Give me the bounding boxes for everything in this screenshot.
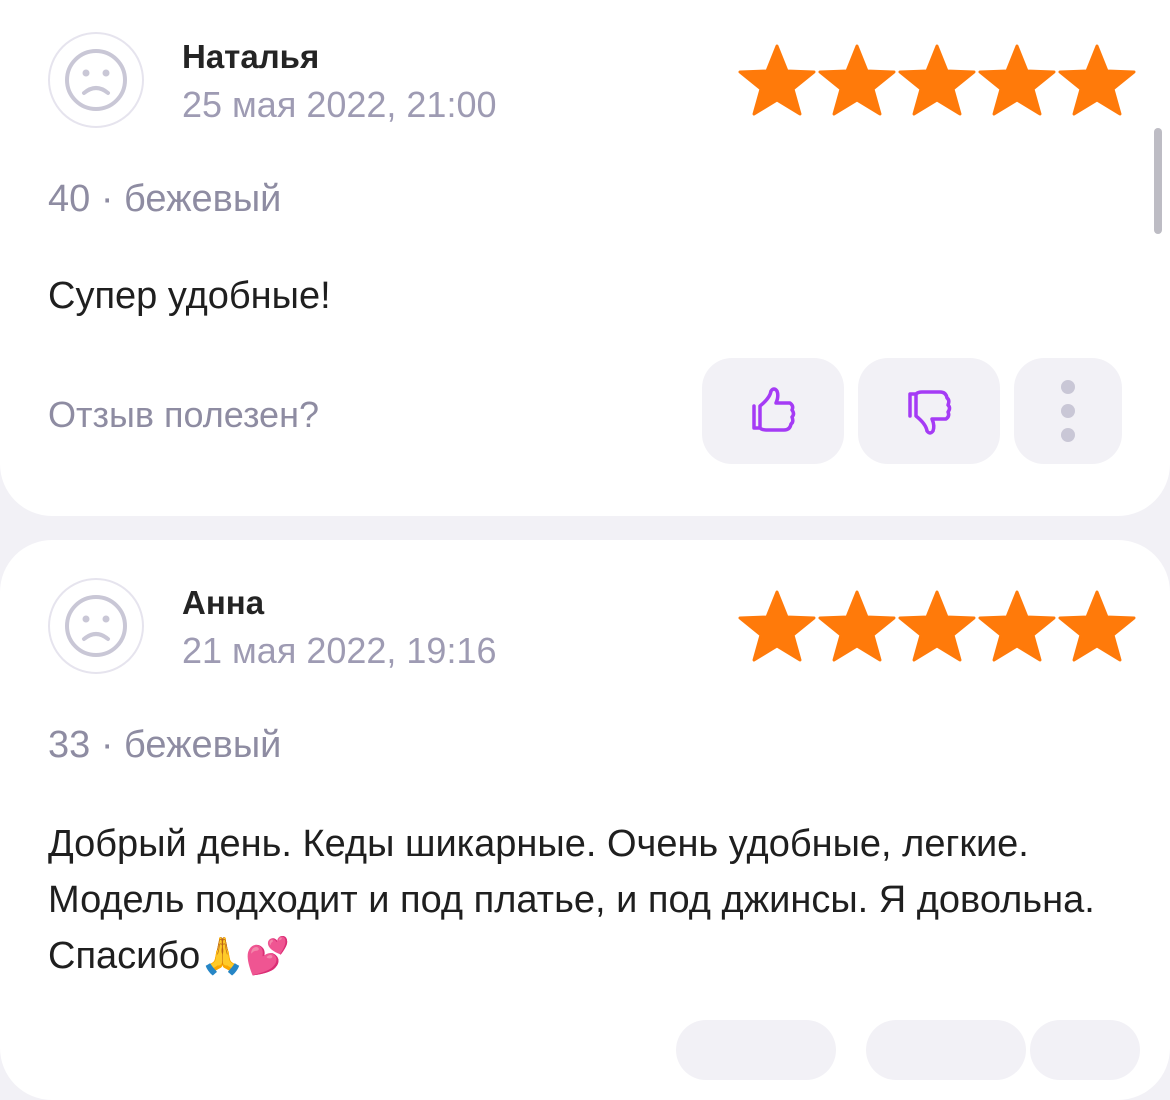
rating-stars <box>738 590 1136 662</box>
sad-face-icon <box>65 595 127 657</box>
review-emojis: 🙏💕 <box>200 936 290 977</box>
review-card: Анна 21 мая 2022, 19:16 33 · бежевый Доб… <box>0 540 1170 1100</box>
dislike-button[interactable] <box>866 1020 1026 1080</box>
star-icon <box>1058 44 1136 116</box>
avatar <box>48 578 144 674</box>
scrollbar[interactable] <box>1154 128 1162 234</box>
avatar <box>48 32 144 128</box>
like-button[interactable] <box>676 1020 836 1080</box>
star-icon <box>898 590 976 662</box>
review-text: Добрый день. Кеды шикарные. Очень удобны… <box>48 816 1128 985</box>
review-text-body: Супер удобные! <box>48 275 331 317</box>
star-icon <box>818 590 896 662</box>
rating-stars <box>738 44 1136 116</box>
star-icon <box>978 44 1056 116</box>
review-date: 21 мая 2022, 19:16 <box>182 630 497 671</box>
star-icon <box>978 590 1056 662</box>
review-author: Наталья <box>182 38 320 75</box>
review-text: Супер удобные! <box>48 268 1128 324</box>
sad-face-icon <box>65 49 127 111</box>
star-icon <box>738 590 816 662</box>
review-date: 25 мая 2022, 21:00 <box>182 84 497 125</box>
star-icon <box>898 44 976 116</box>
review-variant: 40 · бежевый <box>48 178 282 220</box>
review-author: Анна <box>182 584 265 621</box>
star-icon <box>1058 590 1136 662</box>
helpful-prompt: Отзыв полезен? <box>48 394 319 435</box>
thumbs-up-icon <box>752 387 796 432</box>
like-button[interactable] <box>702 358 844 464</box>
review-card: Наталья 25 мая 2022, 21:00 40 · бежевый … <box>0 0 1170 516</box>
star-icon <box>818 44 896 116</box>
thumbs-down-icon <box>908 390 952 435</box>
more-options-button[interactable] <box>1030 1020 1140 1080</box>
review-variant: 33 · бежевый <box>48 724 282 766</box>
dislike-button[interactable] <box>858 358 1000 464</box>
star-icon <box>738 44 816 116</box>
more-vertical-icon <box>1061 380 1075 442</box>
more-options-button[interactable] <box>1014 358 1122 464</box>
